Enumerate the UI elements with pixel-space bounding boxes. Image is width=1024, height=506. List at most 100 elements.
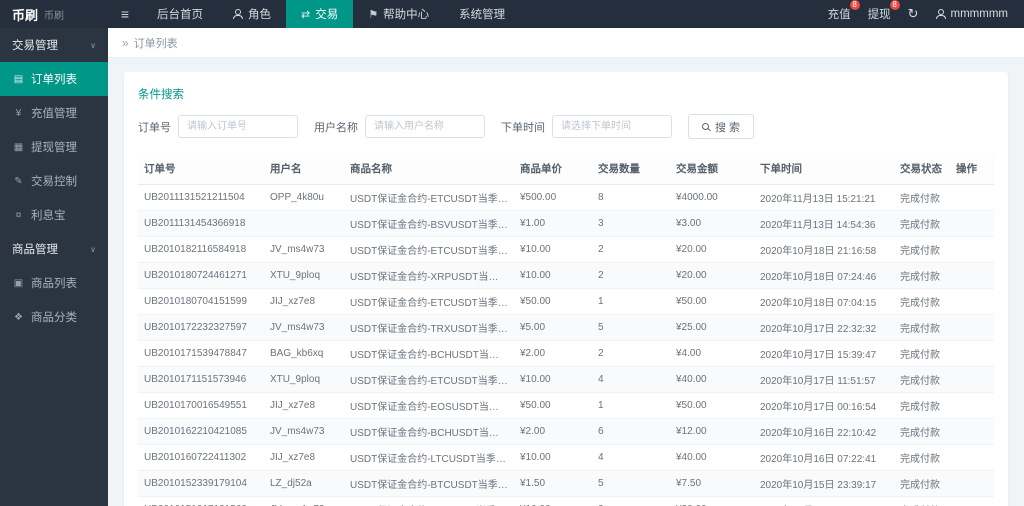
col-header-unit-price: 商品单价 [514, 153, 592, 185]
sidebar-group-header[interactable]: 商品管理 ∨ [0, 232, 108, 266]
cell-order-time: 2020年10月16日 22:10:42 [754, 418, 894, 445]
table-row: UB2011131454366918 USDT保证金合约-BSVUSDT当季092… [138, 210, 994, 237]
sidebar-item[interactable]: ❖ 商品分类 [0, 300, 108, 334]
control-icon: ✎ [14, 175, 23, 187]
top-nav-system[interactable]: 系统管理 [444, 0, 520, 28]
breadcrumb-title: 订单列表 [133, 37, 178, 50]
cell-order-no: UB2010152339179104 [138, 470, 264, 497]
nav-label: 角色 [248, 9, 271, 21]
cell-username: JIJ_xz7e8 [264, 444, 344, 471]
breadcrumb: » 订单列表 [108, 28, 1024, 58]
cell-action [950, 470, 994, 497]
cell-status: 完成付款 [894, 288, 950, 315]
cell-status: 完成付款 [894, 392, 950, 419]
sidebar-item[interactable]: ✎ 交易控制 [0, 164, 108, 198]
menu-toggle-icon[interactable]: ≡ [108, 0, 142, 28]
cell-unit-price: ¥1.50 [514, 470, 592, 497]
sidebar-item-label: 提现管理 [31, 142, 77, 154]
col-header-amount: 交易金额 [670, 153, 754, 185]
username: mmmmmm [950, 8, 1008, 20]
sidebar-item-label: 充值管理 [31, 108, 77, 120]
cell-status: 完成付款 [894, 210, 950, 237]
cell-status: 完成付款 [894, 262, 950, 289]
table-row: UB2010162210421085 JV_ms4w73 USDT保证金合约-BCH… [138, 418, 994, 445]
sidebar-item[interactable]: ¤ 利息宝 [0, 198, 108, 232]
order-time-input[interactable] [552, 115, 672, 138]
table-row: UB2010171151573946 XTU_9ploq USDT保证金合约-ETC… [138, 366, 994, 393]
cell-username: JV_ms4w73 [264, 496, 344, 506]
table-row: UB2010180704151599 JIJ_xz7e8 USDT保证金合约-ETC… [138, 288, 994, 315]
cell-order-time: 2020年11月13日 14:54:36 [754, 210, 894, 237]
cell-order-time: 2020年10月17日 22:32:32 [754, 314, 894, 341]
cell-amount: ¥4000.00 [670, 184, 754, 211]
cell-status: 完成付款 [894, 366, 950, 393]
sidebar-item[interactable]: ▦ 提现管理 [0, 130, 108, 164]
refresh-icon[interactable]: ↻ [908, 6, 919, 22]
recharge-badge: 8 [849, 0, 860, 10]
cell-username: JIJ_xz7e8 [264, 392, 344, 419]
cell-unit-price: ¥2.00 [514, 340, 592, 367]
order-time-label: 下单时间 [501, 121, 545, 134]
cell-amount: ¥4.00 [670, 340, 754, 367]
cell-action [950, 392, 994, 419]
cell-unit-price: ¥500.00 [514, 184, 592, 211]
sidebar-group-label: 商品管理 [12, 244, 58, 256]
cell-product-name: USDT保证金合约-BCHUSDT当季0926 [344, 418, 514, 445]
cell-username [264, 210, 344, 237]
sidebar-item[interactable]: ¥ 充值管理 [0, 96, 108, 130]
cell-order-no: UB2010180704151599 [138, 288, 264, 315]
search-button[interactable]: 搜 索 [688, 114, 755, 139]
recharge-link[interactable]: 充值 8 [828, 0, 860, 22]
cell-product-name: USDT保证金合约-ETCUSDT当季0926 [344, 184, 514, 211]
cell-quantity: 2 [592, 496, 670, 506]
logo-text: 币刷 [12, 7, 39, 23]
cell-order-time: 2020年10月18日 21:16:58 [754, 236, 894, 263]
cell-order-time: 2020年10月17日 15:39:47 [754, 340, 894, 367]
cell-action [950, 444, 994, 471]
withdraw-label: 提现 [867, 9, 891, 21]
top-nav-help[interactable]: ⚑ 帮助中心 [353, 0, 444, 28]
cell-action [950, 210, 994, 237]
user-icon [936, 9, 946, 19]
cell-amount: ¥50.00 [670, 288, 754, 315]
cell-order-time: 2020年10月17日 11:51:57 [754, 366, 894, 393]
cell-username: XTU_9ploq [264, 366, 344, 393]
cell-product-name: USDT保证金合约-XRPUSDT当季0926 [344, 262, 514, 289]
top-nav-roles[interactable]: 角色 [218, 0, 286, 28]
recharge-icon: ¥ [15, 107, 22, 119]
top-nav-trade[interactable]: ⇄ 交易 [286, 0, 354, 28]
cell-product-name: USDT保证金合约-LTCUSDT当季0926 [344, 496, 514, 506]
withdraw-badge: 8 [889, 0, 900, 10]
user-name-input[interactable] [365, 115, 485, 138]
nav-label: 系统管理 [459, 9, 506, 21]
cell-unit-price: ¥50.00 [514, 288, 592, 315]
topbar-right: 充值 8 提现 8 ↻ mmmmmm [828, 0, 1024, 28]
nav-label: 交易 [315, 9, 339, 21]
order-no-input[interactable] [178, 115, 298, 138]
cell-amount: ¥12.00 [670, 418, 754, 445]
cell-status: 完成付款 [894, 418, 950, 445]
cell-quantity: 8 [592, 184, 670, 211]
cell-status: 完成付款 [894, 314, 950, 341]
cell-order-no: UB2010172232327597 [138, 314, 264, 341]
cell-action [950, 340, 994, 367]
search-section-title: 条件搜索 [138, 89, 184, 101]
sidebar-group-header[interactable]: 交易管理 ∨ [0, 28, 108, 62]
sidebar-item[interactable]: ▤ 订单列表 [0, 62, 108, 96]
sidebar-item[interactable]: ▣ 商品列表 [0, 266, 108, 300]
top-nav-dashboard[interactable]: 后台首页 [142, 0, 218, 28]
cell-quantity: 5 [592, 314, 670, 341]
category-icon: ❖ [14, 311, 23, 323]
cell-action [950, 366, 994, 393]
cell-amount: ¥20.00 [670, 496, 754, 506]
cell-quantity: 4 [592, 444, 670, 471]
table-row: UB2010170016549551 JIJ_xz7e8 USDT保证金合约-EOS… [138, 392, 994, 419]
cell-product-name: USDT保证金合约-BCHUSDT当季0926 [344, 340, 514, 367]
cell-product-name: USDT保证金合约-ETCUSDT当季0926 [344, 288, 514, 315]
withdraw-link[interactable]: 提现 8 [867, 0, 900, 22]
table-row: UB2010180724461271 XTU_9ploq USDT保证金合约-XRP… [138, 262, 994, 289]
cell-order-no: UB2010182116584918 [138, 236, 264, 263]
sidebar-item-label: 利息宝 [31, 210, 66, 222]
user-menu[interactable]: mmmmmm [936, 8, 1008, 20]
cell-status: 完成付款 [894, 184, 950, 211]
